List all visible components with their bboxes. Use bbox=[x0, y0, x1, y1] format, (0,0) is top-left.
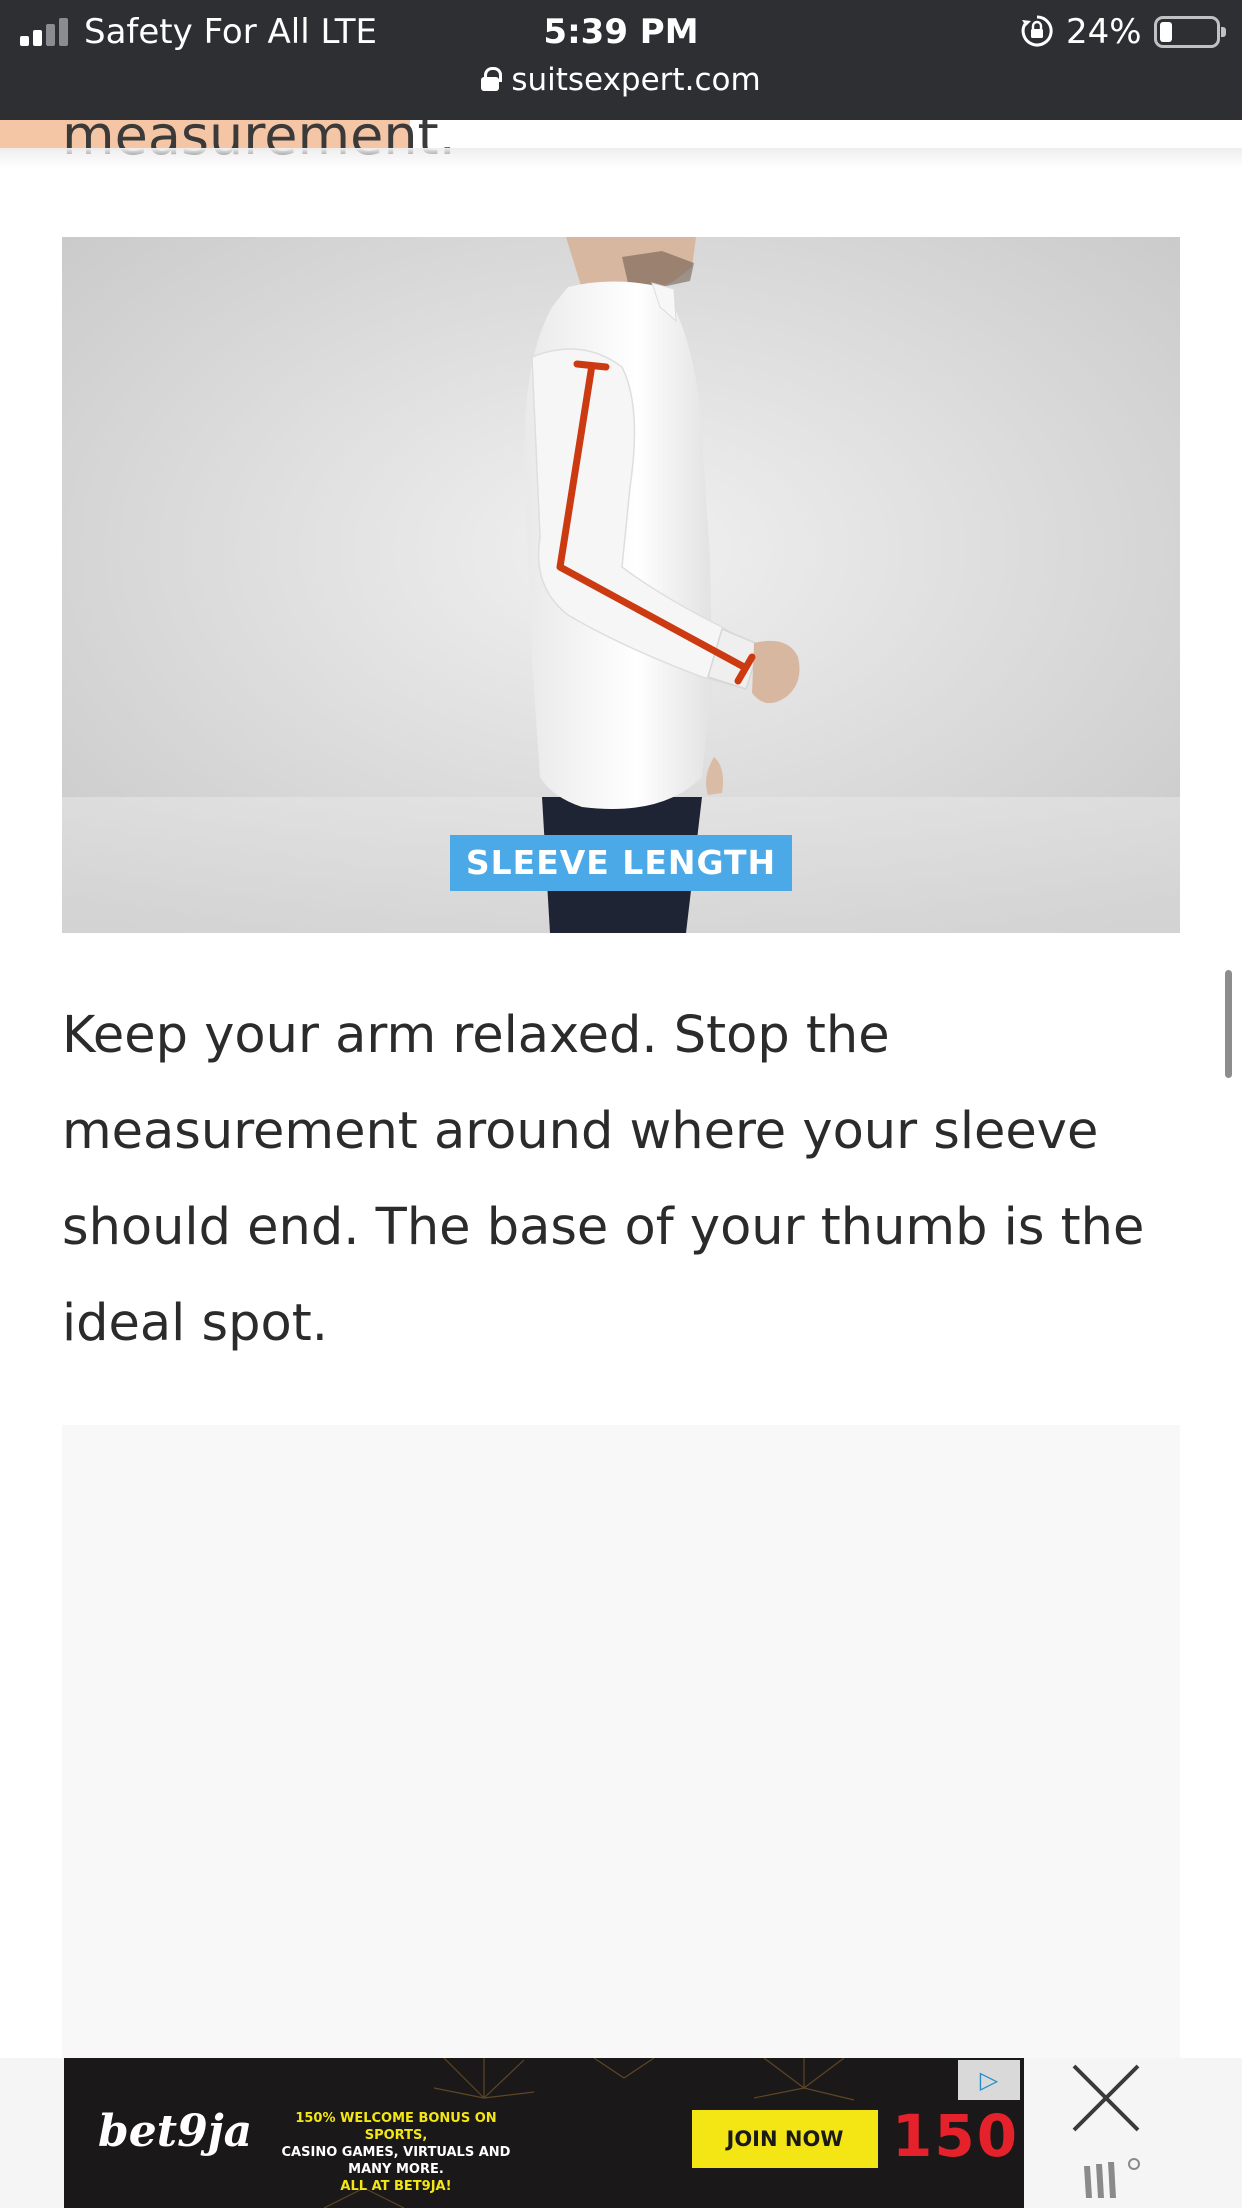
banner-ad[interactable]: bet9ja 150% WELCOME BONUS ON SPORTS, CAS… bbox=[64, 2058, 1024, 2208]
shirt-model-image bbox=[62, 237, 1180, 933]
battery-percent: 24% bbox=[1066, 12, 1142, 52]
orientation-lock-icon bbox=[1021, 15, 1053, 47]
clock: 5:39 PM bbox=[543, 12, 699, 52]
figure-caption: SLEEVE LENGTH bbox=[450, 835, 792, 891]
header-shadow bbox=[0, 148, 1242, 168]
ad-promo-text: 150% WELCOME BONUS ON SPORTS, CASINO GAM… bbox=[281, 2111, 511, 2194]
measure-start-tick bbox=[573, 360, 610, 371]
ad-bonus-text: 150! bbox=[892, 2102, 1024, 2170]
close-icon[interactable] bbox=[1066, 2058, 1146, 2138]
join-now-button[interactable]: JOIN NOW bbox=[692, 2110, 878, 2168]
scrollbar-thumb[interactable] bbox=[1225, 970, 1232, 1078]
instruction-paragraph: Keep your arm relaxed. Stop the measurem… bbox=[62, 1006, 1145, 1353]
padlock-icon bbox=[481, 67, 503, 91]
ad-choices-icon[interactable]: ▷ bbox=[958, 2060, 1020, 2100]
sticky-ad-container: bet9ja 150% WELCOME BONUS ON SPORTS, CAS… bbox=[0, 2058, 1242, 2208]
address-bar[interactable]: suitsexpert.com bbox=[0, 58, 1242, 102]
ad-network-logo-icon[interactable] bbox=[1082, 2156, 1144, 2200]
ad-brand: bet9ja bbox=[98, 2106, 253, 2157]
battery-icon bbox=[1154, 16, 1226, 48]
status-bar: Safety For All LTE 5:39 PM 24% bbox=[0, 0, 1242, 62]
sleeve-length-illustration: SLEEVE LENGTH bbox=[62, 237, 1180, 933]
top-bar: Safety For All LTE 5:39 PM 24% suitsexpe… bbox=[0, 0, 1242, 120]
ad-placeholder bbox=[62, 1425, 1180, 2065]
url-text: suitsexpert.com bbox=[511, 62, 761, 98]
